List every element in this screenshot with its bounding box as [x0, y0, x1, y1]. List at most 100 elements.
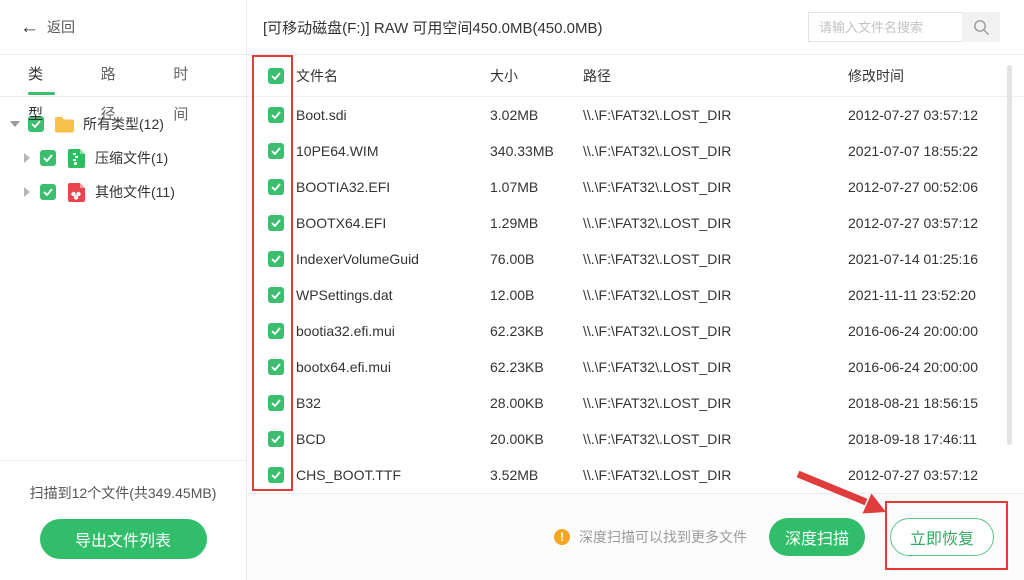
tab-type[interactable]: 类型: [28, 55, 55, 97]
file-name: CHS_BOOT.TTF: [296, 467, 490, 483]
file-size: 20.00KB: [490, 431, 583, 447]
file-size: 340.33MB: [490, 143, 583, 159]
file-path: \\.\F:\FAT32\.LOST_DIR: [583, 323, 848, 339]
row-checkbox[interactable]: [268, 107, 284, 123]
file-size: 62.23KB: [490, 323, 583, 339]
tree-item-label: 其他文件(11): [95, 182, 175, 202]
file-size: 3.52MB: [490, 467, 583, 483]
file-size: 12.00B: [490, 287, 583, 303]
header-size[interactable]: 大小: [490, 66, 583, 86]
table-row[interactable]: B32 28.00KB \\.\F:\FAT32\.LOST_DIR 2018-…: [247, 385, 1024, 421]
search-button[interactable]: [962, 12, 1000, 42]
file-path: \\.\F:\FAT32\.LOST_DIR: [583, 467, 848, 483]
deep-scan-hint: 深度扫描可以找到更多文件: [579, 527, 747, 547]
sidebar-topbar: ← 返回: [0, 0, 246, 55]
table-row[interactable]: Boot.sdi 3.02MB \\.\F:\FAT32\.LOST_DIR 2…: [247, 97, 1024, 133]
file-name: WPSettings.dat: [296, 287, 490, 303]
recover-now-button[interactable]: 立即恢复: [890, 518, 994, 556]
main-topbar: [可移动磁盘(F:)] RAW 可用空间450.0MB(450.0MB): [247, 0, 1024, 55]
search-box: [808, 12, 1000, 42]
table-row[interactable]: 10PE64.WIM 340.33MB \\.\F:\FAT32\.LOST_D…: [247, 133, 1024, 169]
file-path: \\.\F:\FAT32\.LOST_DIR: [583, 179, 848, 195]
file-path: \\.\F:\FAT32\.LOST_DIR: [583, 143, 848, 159]
caret-down-icon[interactable]: [10, 121, 20, 127]
table-row[interactable]: BOOTX64.EFI 1.29MB \\.\F:\FAT32\.LOST_DI…: [247, 205, 1024, 241]
file-modified-time: 2018-08-21 18:56:15: [848, 395, 1024, 411]
file-name: IndexerVolumeGuid: [296, 251, 490, 267]
tree-item-archive-files[interactable]: 压缩文件(1): [0, 141, 246, 175]
row-checkbox[interactable]: [268, 251, 284, 267]
back-label: 返回: [47, 17, 75, 37]
tab-path[interactable]: 路径: [101, 55, 128, 97]
file-path: \\.\F:\FAT32\.LOST_DIR: [583, 395, 848, 411]
file-size: 1.29MB: [490, 215, 583, 231]
table-row[interactable]: IndexerVolumeGuid 76.00B \\.\F:\FAT32\.L…: [247, 241, 1024, 277]
file-name: BOOTX64.EFI: [296, 215, 490, 231]
row-checkbox[interactable]: [268, 395, 284, 411]
tree-item-other-files[interactable]: 其他文件(11): [0, 175, 246, 209]
caret-right-icon[interactable]: [24, 187, 30, 197]
file-name: bootia32.efi.mui: [296, 323, 490, 339]
deep-scan-button[interactable]: 深度扫描: [769, 518, 865, 556]
checkbox-archive-files[interactable]: [40, 150, 56, 166]
row-checkbox[interactable]: [268, 215, 284, 231]
file-name: BOOTIA32.EFI: [296, 179, 490, 195]
header-path[interactable]: 路径: [583, 66, 848, 86]
select-all-checkbox[interactable]: [268, 68, 284, 84]
file-size: 76.00B: [490, 251, 583, 267]
file-size: 62.23KB: [490, 359, 583, 375]
tab-time[interactable]: 时间: [173, 55, 200, 97]
search-icon: [973, 19, 990, 36]
vertical-scrollbar[interactable]: [1007, 65, 1012, 445]
row-checkbox[interactable]: [268, 431, 284, 447]
table-row[interactable]: BOOTIA32.EFI 1.07MB \\.\F:\FAT32\.LOST_D…: [247, 169, 1024, 205]
table-row[interactable]: WPSettings.dat 12.00B \\.\F:\FAT32\.LOST…: [247, 277, 1024, 313]
row-checkbox[interactable]: [268, 179, 284, 195]
export-file-list-button[interactable]: 导出文件列表: [40, 519, 207, 559]
row-checkbox[interactable]: [268, 323, 284, 339]
file-table-body: Boot.sdi 3.02MB \\.\F:\FAT32\.LOST_DIR 2…: [247, 97, 1024, 493]
file-name: Boot.sdi: [296, 107, 490, 123]
file-modified-time: 2012-07-27 03:57:12: [848, 107, 1024, 123]
table-row[interactable]: bootx64.efi.mui 62.23KB \\.\F:\FAT32\.LO…: [247, 349, 1024, 385]
file-size: 1.07MB: [490, 179, 583, 195]
search-input[interactable]: [808, 12, 962, 42]
file-modified-time: 2021-07-07 18:55:22: [848, 143, 1024, 159]
file-path: \\.\F:\FAT32\.LOST_DIR: [583, 431, 848, 447]
file-modified-time: 2012-07-27 03:57:12: [848, 215, 1024, 231]
back-arrow-icon: ←: [20, 18, 39, 37]
file-modified-time: 2016-06-24 20:00:00: [848, 359, 1024, 375]
row-checkbox[interactable]: [268, 359, 284, 375]
file-modified-time: 2018-09-18 17:46:11: [848, 431, 1024, 447]
file-name: BCD: [296, 431, 490, 447]
checkbox-other-files[interactable]: [40, 184, 56, 200]
file-path: \\.\F:\FAT32\.LOST_DIR: [583, 251, 848, 267]
warning-icon: !: [554, 529, 570, 545]
file-path: \\.\F:\FAT32\.LOST_DIR: [583, 359, 848, 375]
folder-icon: [54, 115, 75, 134]
tree-item-label: 压缩文件(1): [95, 148, 168, 168]
main-panel: [可移动磁盘(F:)] RAW 可用空间450.0MB(450.0MB) 文件名: [247, 0, 1024, 580]
file-modified-time: 2012-07-27 00:52:06: [848, 179, 1024, 195]
caret-right-icon[interactable]: [24, 153, 30, 163]
back-button[interactable]: ← 返回: [20, 17, 75, 37]
file-modified-time: 2021-07-14 01:25:16: [848, 251, 1024, 267]
tree-item-label: 所有类型(12): [83, 114, 164, 134]
file-modified-time: 2021-11-11 23:52:20: [848, 287, 1024, 303]
file-size: 28.00KB: [490, 395, 583, 411]
table-row[interactable]: CHS_BOOT.TTF 3.52MB \\.\F:\FAT32\.LOST_D…: [247, 457, 1024, 493]
file-path: \\.\F:\FAT32\.LOST_DIR: [583, 107, 848, 123]
header-filename[interactable]: 文件名: [296, 66, 490, 86]
table-row[interactable]: BCD 20.00KB \\.\F:\FAT32\.LOST_DIR 2018-…: [247, 421, 1024, 457]
archive-file-icon: [66, 149, 87, 168]
header-modified-time[interactable]: 修改时间: [848, 66, 1024, 86]
file-modified-time: 2016-06-24 20:00:00: [848, 323, 1024, 339]
table-row[interactable]: bootia32.efi.mui 62.23KB \\.\F:\FAT32\.L…: [247, 313, 1024, 349]
row-checkbox[interactable]: [268, 287, 284, 303]
file-name: bootx64.efi.mui: [296, 359, 490, 375]
sidebar-tabs: 类型 路径 时间: [0, 55, 246, 97]
other-file-icon: [66, 183, 87, 202]
row-checkbox[interactable]: [268, 143, 284, 159]
file-path: \\.\F:\FAT32\.LOST_DIR: [583, 215, 848, 231]
row-checkbox[interactable]: [268, 467, 284, 483]
